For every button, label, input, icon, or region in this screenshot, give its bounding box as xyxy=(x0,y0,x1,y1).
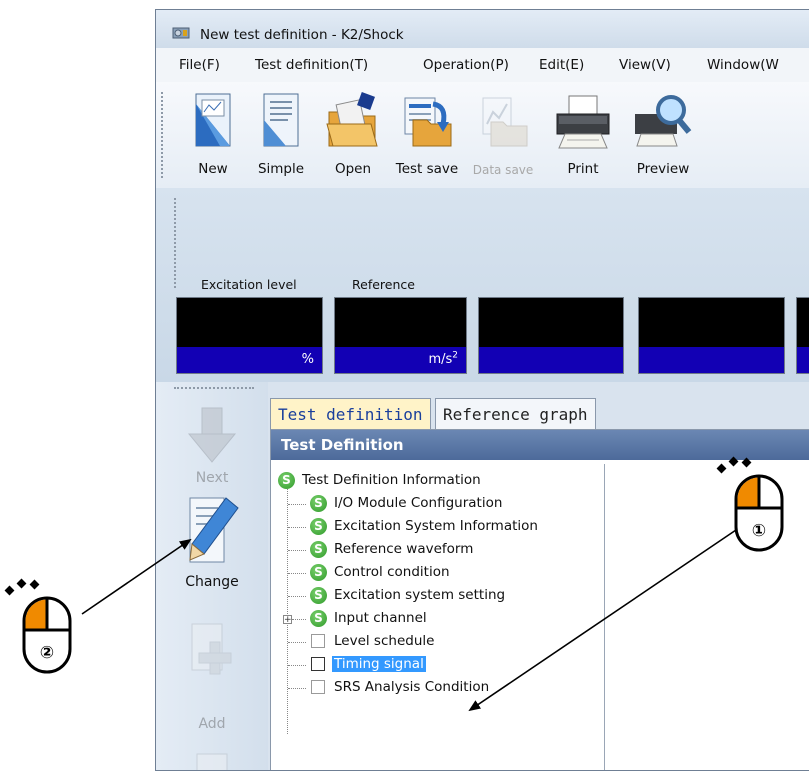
callout-1-number: ① xyxy=(751,521,767,541)
annotation-arrows xyxy=(81,529,737,712)
callout-2-number: ② xyxy=(39,643,55,663)
mouse-click-icon xyxy=(4,578,72,674)
mouse-callout-1: ① xyxy=(716,456,809,556)
arrow-to-change-button xyxy=(81,538,192,615)
mouse-callout-2: ② xyxy=(4,578,98,678)
mouse-click-icon xyxy=(716,456,784,552)
arrow-to-timing-signal xyxy=(468,529,737,712)
